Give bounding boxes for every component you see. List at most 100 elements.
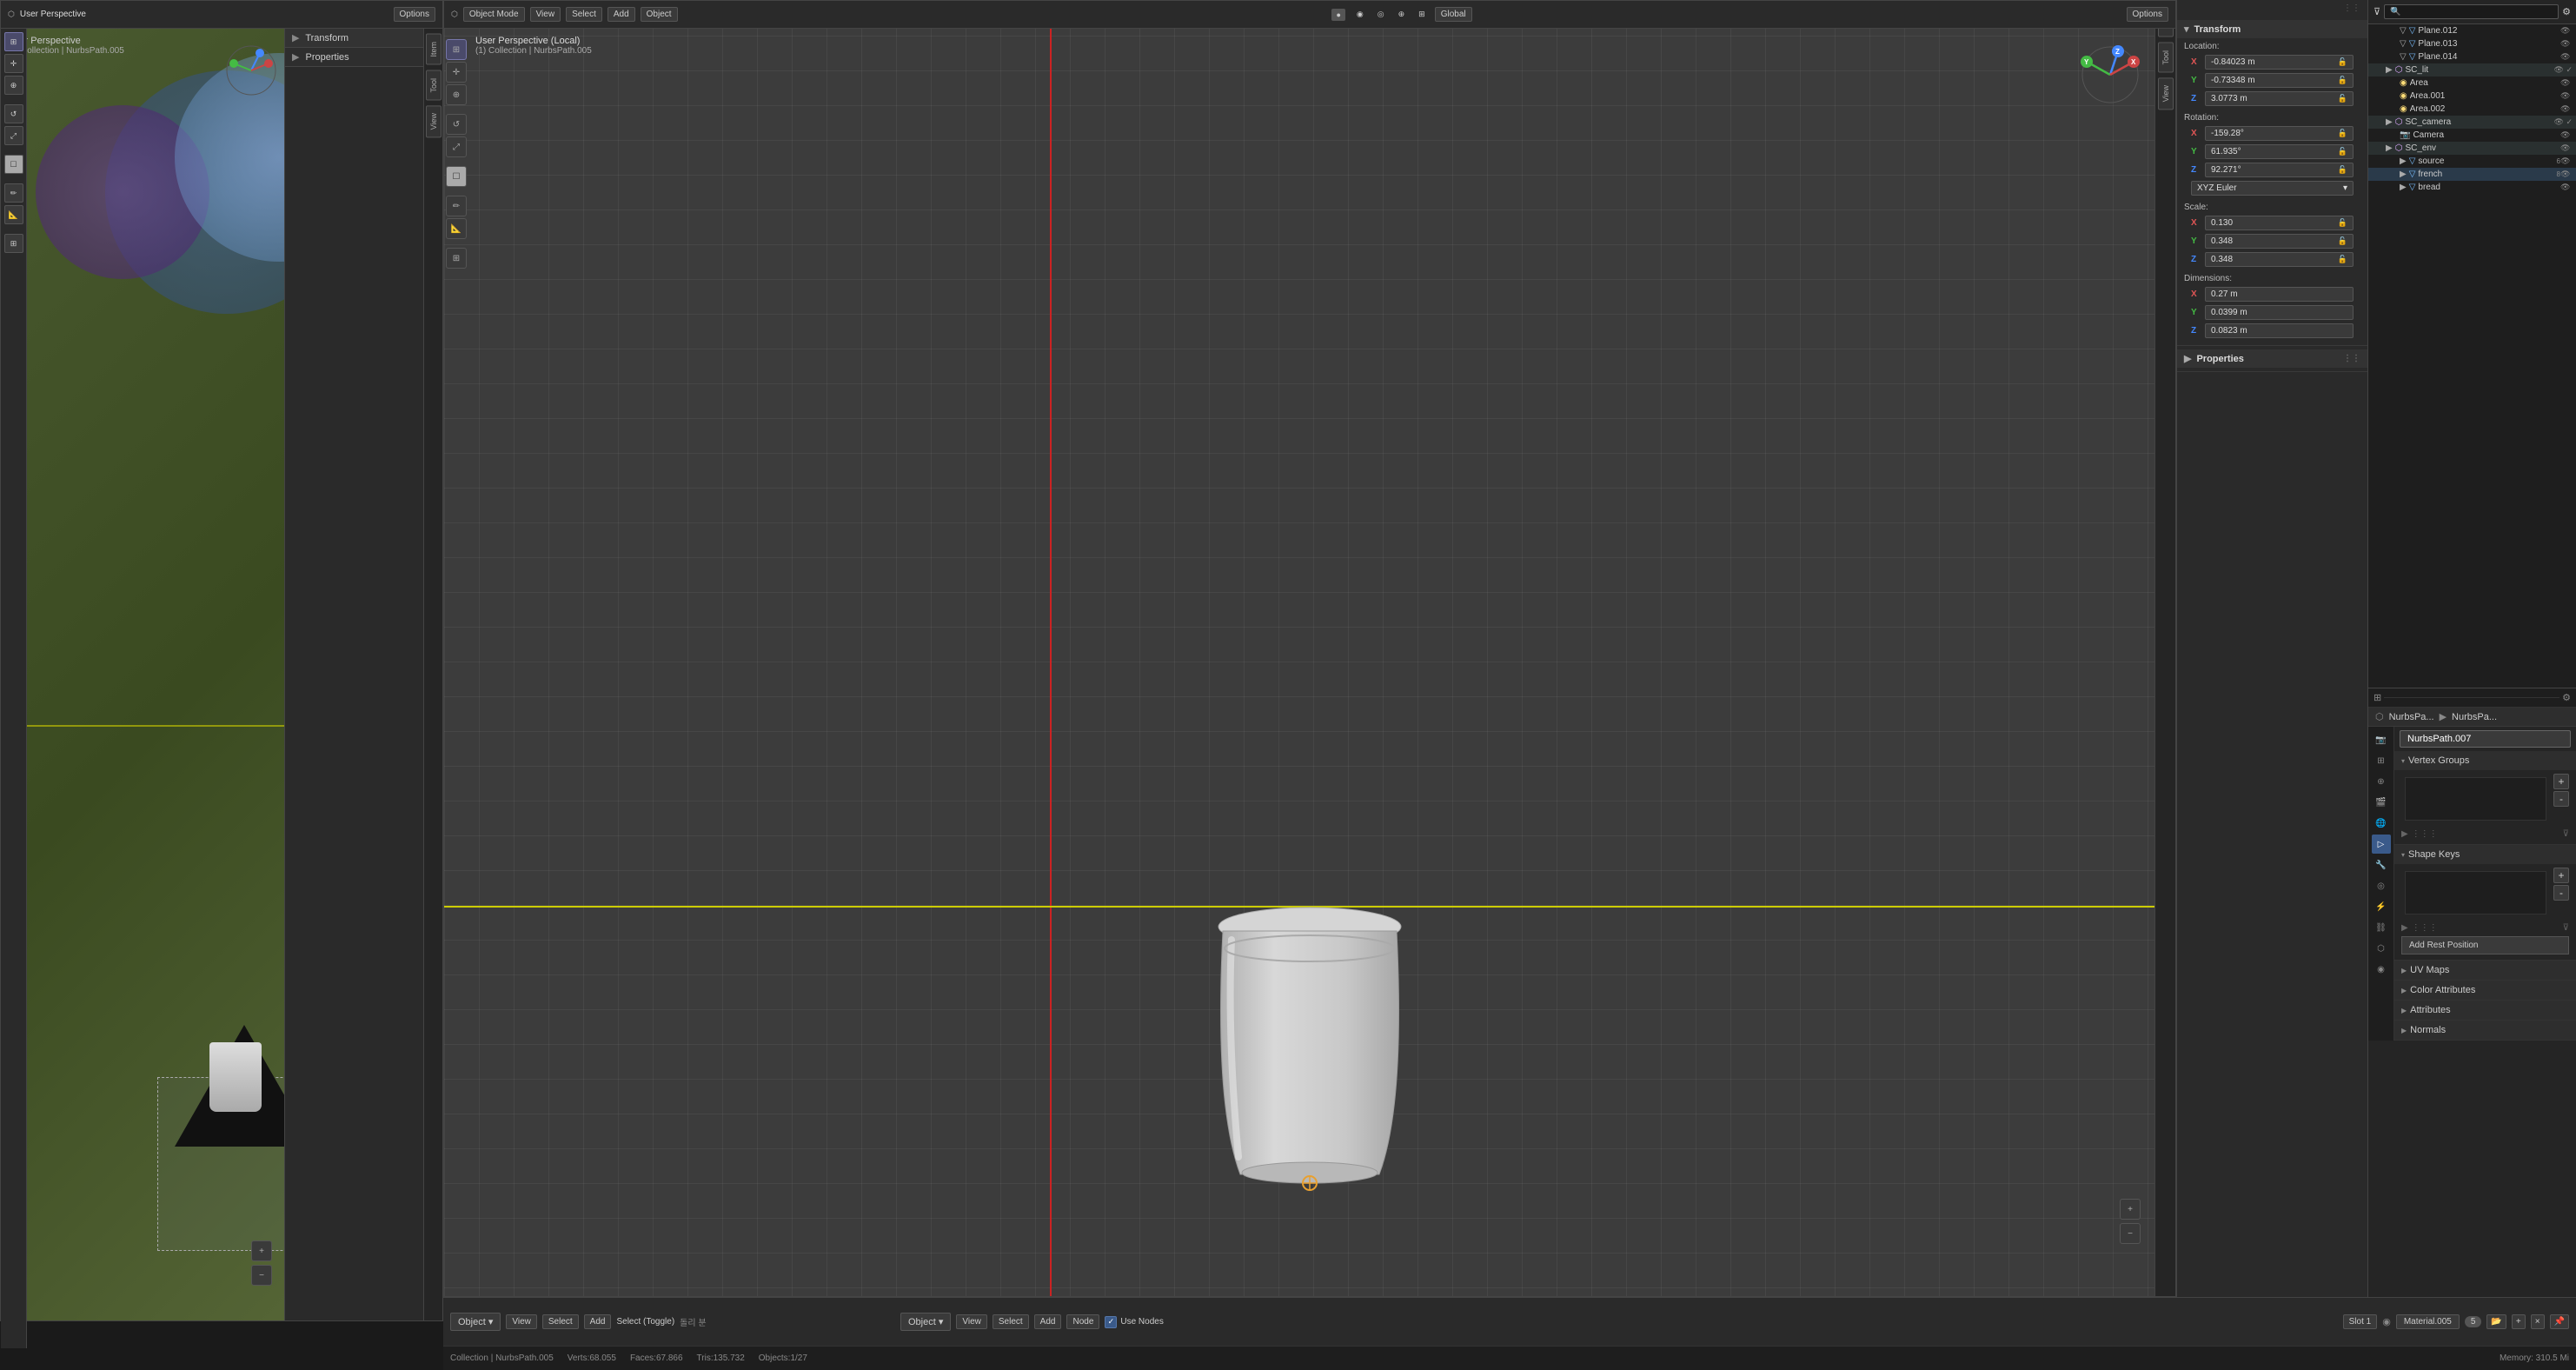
vg-expand-icon[interactable]: ⊽ — [2563, 829, 2569, 839]
outliner-settings[interactable]: ⚙ — [2562, 6, 2571, 17]
slot-select[interactable]: Slot 1 — [2343, 1314, 2378, 1329]
color-attributes-header[interactable]: ▶ Color Attributes — [2394, 981, 2576, 1000]
scale-x-lock[interactable]: 🔓 — [2338, 218, 2347, 228]
location-y-field[interactable]: -0.73348 m 🔓 — [2205, 73, 2354, 88]
pi-material[interactable]: ◉ — [2372, 960, 2391, 979]
sclit-expand[interactable]: ▶ — [2386, 65, 2393, 75]
plane014-eye[interactable]: 👁 — [2560, 52, 2573, 62]
transform-header-left[interactable]: ▶ Transform — [285, 29, 423, 48]
area001-eye[interactable]: 👁 — [2560, 91, 2573, 101]
global-local-btn[interactable]: Global — [1435, 7, 1472, 22]
breadcrumb2[interactable]: NurbsPa... — [2452, 712, 2497, 722]
scale-z-field[interactable]: 0.348 🔓 — [2205, 252, 2354, 267]
material-name-display[interactable]: Material.005 — [2396, 1314, 2460, 1329]
pi-physics[interactable]: ⚡ — [2372, 897, 2391, 916]
center-select-menu[interactable]: Select — [566, 7, 602, 22]
french-expand[interactable]: ▶ — [2400, 170, 2407, 179]
pi-render[interactable]: 📷 — [2372, 730, 2391, 749]
center-tool-tab[interactable]: Tool — [2158, 43, 2174, 73]
outliner-item-plane012[interactable]: ▽ ▽ Plane.012 👁 — [2368, 24, 2576, 37]
item-tab[interactable]: Item — [426, 34, 442, 65]
camera-eye[interactable]: 👁 — [2560, 130, 2573, 140]
outliner-item-area[interactable]: ◉ Area 👁 — [2368, 76, 2576, 90]
rotation-y-field[interactable]: 61.935° 🔓 — [2205, 144, 2354, 159]
center-select-tool[interactable]: ⊞ — [446, 39, 467, 60]
location-z-lock[interactable]: 🔓 — [2338, 94, 2347, 103]
outliner-item-bread[interactable]: ▶ ▽ bread 👁 — [2368, 181, 2576, 194]
rotation-y-lock[interactable]: 🔓 — [2338, 147, 2347, 156]
left-object-mode-btn[interactable]: Object ▾ — [450, 1313, 501, 1331]
shading-rendered[interactable]: ◎ — [1373, 8, 1389, 21]
tool-annotate[interactable]: ✏ — [4, 183, 23, 203]
material-remove-btn[interactable]: × — [2531, 1314, 2545, 1329]
center-options-btn[interactable]: Options — [2127, 7, 2168, 22]
center-transform-tool[interactable]: ☐ — [446, 166, 467, 187]
vertex-groups-header[interactable]: ▾ Vertex Groups — [2394, 751, 2576, 770]
material-add-btn[interactable]: + — [2512, 1314, 2526, 1329]
zoom-in-btn[interactable]: + — [251, 1240, 272, 1261]
location-y-lock[interactable]: 🔓 — [2338, 76, 2347, 85]
center-add-tool[interactable]: ⊞ — [446, 248, 467, 269]
shape-key-add-btn[interactable]: + — [2553, 868, 2569, 883]
scale-y-lock[interactable]: 🔓 — [2338, 236, 2347, 246]
sccamera-expand[interactable]: ▶ — [2386, 117, 2393, 127]
object-name-field[interactable]: NurbsPath.007 — [2400, 730, 2571, 748]
outliner-item-sccamera[interactable]: ▶ ⬡ SC_camera 👁 ✓ — [2368, 116, 2576, 129]
outliner-item-sclit[interactable]: ▶ ⬡ SC_lit 👁 ✓ — [2368, 63, 2576, 76]
rotation-x-lock[interactable]: 🔓 — [2338, 129, 2347, 138]
plane013-eye[interactable]: 👁 — [2560, 39, 2573, 49]
vertex-group-remove-btn[interactable]: - — [2553, 791, 2569, 807]
center-scale-tool[interactable]: ⤢ — [446, 136, 467, 157]
attributes-header[interactable]: ▶ Attributes — [2394, 1001, 2576, 1020]
dim-x-field[interactable]: 0.27 m — [2205, 287, 2354, 302]
transform-gizmo[interactable]: ⊞ — [1414, 8, 1430, 21]
center-view-tab[interactable]: View — [2158, 77, 2174, 110]
center-object-mode-btn[interactable]: Object Mode — [463, 7, 525, 22]
pi-constraints[interactable]: ⛓ — [2372, 918, 2391, 937]
plane012-eye[interactable]: 👁 — [2560, 26, 2573, 36]
area-eye[interactable]: 👁 — [2560, 78, 2573, 88]
scale-y-field[interactable]: 0.348 🔓 — [2205, 234, 2354, 249]
right-view-menu-bottom[interactable]: View — [956, 1314, 987, 1329]
tool-measure[interactable]: 📐 — [4, 205, 23, 224]
sclit-check[interactable]: ✓ — [2566, 65, 2573, 75]
right-select-menu-bottom[interactable]: Select — [993, 1314, 1029, 1329]
pi-world[interactable]: 🌐 — [2372, 814, 2391, 833]
uv-maps-header[interactable]: ▶ UV Maps — [2394, 961, 2576, 980]
sccamera-eye[interactable]: 👁 — [2553, 117, 2566, 127]
center-measure-tool[interactable]: 📐 — [446, 218, 467, 239]
right-object-mode-btn[interactable]: Object ▾ — [900, 1313, 951, 1331]
dim-y-field[interactable]: 0.0399 m — [2205, 305, 2354, 320]
tool-add[interactable]: ⊞ — [4, 234, 23, 253]
pi-data[interactable]: ⬡ — [2372, 939, 2391, 958]
pi-view-layer[interactable]: ⊕ — [2372, 772, 2391, 791]
transform-section-header[interactable]: ▾ Transform — [2177, 20, 2367, 38]
tool-scale[interactable]: ⤢ — [4, 126, 23, 145]
outliner-search[interactable] — [2384, 4, 2559, 19]
tool-select[interactable]: ⊞ — [4, 32, 23, 51]
use-nodes-checkbox[interactable]: ✓ — [1105, 1316, 1117, 1328]
shape-keys-header[interactable]: ▾ Shape Keys — [2394, 845, 2576, 864]
source-expand[interactable]: ▶ — [2400, 156, 2407, 166]
properties-section-header[interactable]: ▶ Properties ⋮⋮ — [2177, 349, 2367, 368]
vg-play-icon[interactable]: ▶ — [2401, 829, 2408, 839]
filter-icon[interactable]: ⊽ — [2374, 6, 2380, 17]
outliner-item-area002[interactable]: ◉ Area.002 👁 — [2368, 103, 2576, 116]
center-view-menu[interactable]: View — [530, 7, 561, 22]
center-annotate-tool[interactable]: ✏ — [446, 196, 467, 216]
rotation-z-field[interactable]: 92.271° 🔓 — [2205, 163, 2354, 177]
pi-particles[interactable]: ◎ — [2372, 876, 2391, 895]
sclit-eye[interactable]: 👁 — [2553, 65, 2566, 75]
pi-object[interactable]: ▷ — [2372, 835, 2391, 854]
outliner-item-french[interactable]: ▶ ▽ french 8 👁 — [2368, 168, 2576, 181]
center-object-menu[interactable]: Object — [641, 7, 678, 22]
pi-output[interactable]: ⊞ — [2372, 751, 2391, 770]
shading-solid[interactable]: ● — [1331, 9, 1344, 21]
tool-cursor[interactable]: ✛ — [4, 54, 23, 73]
left-add-menu-bottom[interactable]: Add — [584, 1314, 612, 1329]
normals-header[interactable]: ▶ Normals — [2394, 1021, 2576, 1040]
center-rotate-tool[interactable]: ↺ — [446, 114, 467, 135]
bread-eye[interactable]: 👁 — [2560, 183, 2573, 192]
tool-tab[interactable]: Tool — [426, 70, 442, 101]
outliner-item-area001[interactable]: ◉ Area.001 👁 — [2368, 90, 2576, 103]
